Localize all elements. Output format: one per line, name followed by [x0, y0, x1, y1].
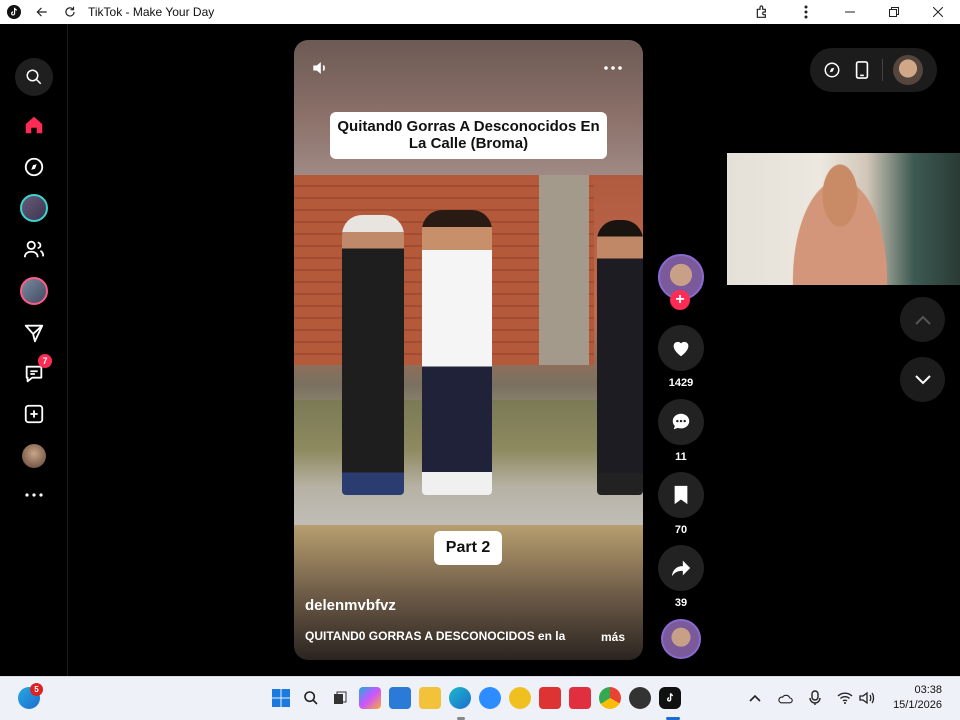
avatar	[20, 194, 48, 222]
webcam-person	[785, 163, 895, 285]
sidebar-item-messages[interactable]	[18, 317, 50, 349]
more-link[interactable]: más	[601, 630, 625, 644]
tray-chevron-up-icon[interactable]	[746, 689, 764, 707]
music-disc-avatar[interactable]	[661, 619, 701, 659]
search-button[interactable]	[15, 58, 53, 96]
close-button[interactable]	[916, 0, 960, 24]
edge-icon[interactable]	[449, 687, 471, 709]
comment-icon	[672, 413, 690, 430]
bookmark-icon	[674, 485, 688, 505]
save-count: 70	[674, 524, 688, 536]
sidebar-item-explore[interactable]	[18, 151, 50, 183]
divider	[882, 59, 883, 81]
home-icon	[25, 116, 43, 134]
taskbar-search-icon[interactable]	[300, 687, 322, 709]
app-yellow-icon[interactable]	[509, 687, 531, 709]
share-button[interactable]	[658, 545, 704, 591]
sidebar: 7	[0, 24, 68, 676]
video-frame	[294, 175, 643, 525]
stone-pillar	[539, 175, 589, 365]
compass-icon	[24, 157, 44, 177]
sidebar-item-inbox[interactable]: 7	[18, 354, 52, 390]
share-count: 39	[674, 597, 688, 609]
video-username[interactable]: delenmvbfvz	[305, 597, 396, 614]
like-count: 1429	[668, 377, 694, 389]
avatar	[20, 277, 48, 305]
chevron-down-icon	[914, 374, 931, 384]
previous-video-button[interactable]	[900, 297, 945, 342]
app-dark-icon[interactable]	[629, 687, 651, 709]
person-in-white-shirt	[422, 210, 492, 495]
extensions-icon[interactable]	[740, 0, 784, 24]
inbox-badge: 7	[38, 354, 52, 368]
minimize-button[interactable]	[828, 0, 872, 24]
search-icon	[26, 69, 42, 85]
like-button[interactable]	[658, 325, 704, 371]
mobile-device-icon[interactable]	[852, 60, 872, 80]
chevron-up-icon	[914, 315, 931, 325]
comment-count: 11	[675, 451, 687, 463]
paper-plane-icon	[24, 324, 44, 343]
sidebar-item-upload[interactable]	[18, 398, 50, 430]
speaker-icon[interactable]	[858, 689, 876, 707]
window-titlebar: TikTok - Make Your Day	[0, 0, 960, 24]
follow-plus-button[interactable]: +	[670, 290, 690, 310]
windows-start-icon[interactable]	[270, 687, 292, 709]
clock-time: 03:38	[914, 684, 942, 696]
video-title-overlay: Quitand0 Gorras A Desconocidos En La Cal…	[330, 112, 607, 159]
copilot-icon[interactable]	[359, 687, 381, 709]
app-red-icon[interactable]	[539, 687, 561, 709]
more-options-icon[interactable]	[603, 58, 625, 80]
tiktok-taskbar-icon[interactable]	[659, 687, 681, 709]
friends-icon	[23, 240, 45, 258]
reload-icon[interactable]	[56, 0, 84, 24]
plus-square-icon	[24, 404, 44, 424]
avatar	[22, 444, 46, 468]
top-right-controls	[810, 48, 937, 92]
widgets-badge: 5	[30, 683, 43, 696]
back-arrow-icon[interactable]	[28, 0, 56, 24]
zoom-icon[interactable]	[479, 687, 501, 709]
heart-icon	[673, 341, 689, 357]
wifi-icon[interactable]	[836, 689, 854, 707]
microphone-icon[interactable]	[806, 689, 824, 707]
next-video-button[interactable]	[900, 357, 945, 402]
sidebar-item-following-live[interactable]	[18, 192, 50, 224]
user-avatar[interactable]	[893, 55, 923, 85]
store-icon[interactable]	[389, 687, 411, 709]
sidebar-item-more[interactable]	[18, 479, 50, 511]
sidebar-item-home[interactable]	[18, 109, 50, 141]
more-horizontal-icon	[25, 493, 43, 497]
window-title: TikTok - Make Your Day	[88, 5, 215, 19]
comment-button[interactable]	[658, 399, 704, 445]
volume-mute-icon[interactable]	[310, 58, 332, 80]
file-explorer-icon[interactable]	[419, 687, 441, 709]
menu-vertical-dots-icon[interactable]	[784, 0, 828, 24]
coin-icon[interactable]	[822, 60, 842, 80]
clock[interactable]: 03:38 15/1/2026	[893, 683, 942, 713]
clock-date: 15/1/2026	[893, 699, 942, 711]
restore-button[interactable]	[872, 0, 916, 24]
share-icon	[671, 560, 691, 577]
chrome-icon[interactable]	[599, 687, 621, 709]
task-view-icon[interactable]	[329, 687, 351, 709]
video-player[interactable]: Quitand0 Gorras A Desconocidos En La Cal…	[294, 40, 643, 660]
taskbar: 5 03:38 15/1/2026	[0, 676, 960, 720]
person-in-black	[342, 215, 404, 495]
tiktok-app-icon	[0, 0, 28, 24]
save-button[interactable]	[658, 472, 704, 518]
part-label: Part 2	[434, 531, 502, 565]
video-description: QUITAND0 GORRAS A DESCONOCIDOS en la	[305, 629, 566, 643]
sidebar-item-friends[interactable]	[18, 233, 50, 265]
onedrive-icon[interactable]	[776, 689, 794, 707]
person-right	[597, 220, 643, 495]
sidebar-item-live[interactable]	[18, 275, 50, 307]
app-w-icon[interactable]	[569, 687, 591, 709]
webcam-overlay	[727, 153, 960, 285]
sidebar-item-profile[interactable]	[18, 440, 50, 472]
